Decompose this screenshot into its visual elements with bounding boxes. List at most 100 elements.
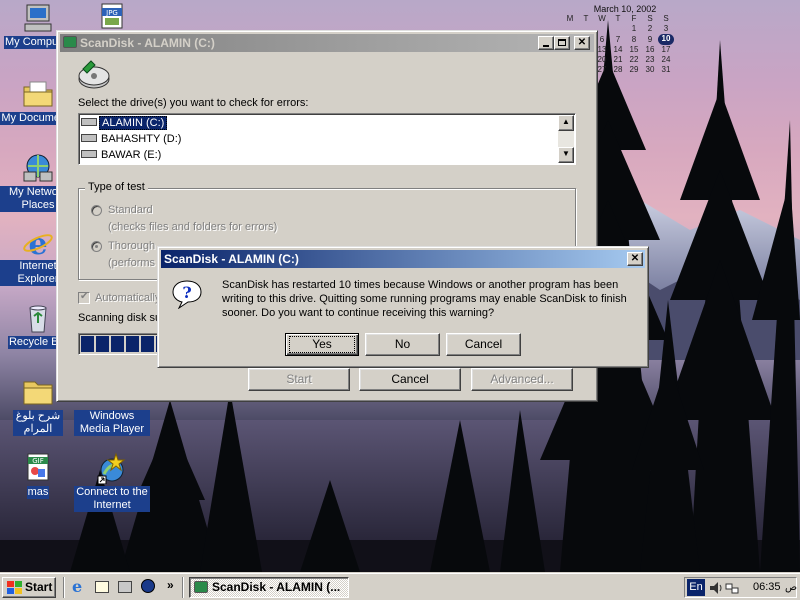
taskbar-button-scandisk[interactable]: ScanDisk - ALAMIN (... <box>189 577 349 598</box>
start-label: Start <box>25 580 53 594</box>
yes-button[interactable]: Yes <box>285 333 359 356</box>
scandisk-title: ScanDisk - ALAMIN (C:) <box>80 36 215 50</box>
windows-media-player-label: Windows Media Player <box>74 410 150 436</box>
calendar-day: 17 <box>661 45 671 54</box>
calendar-day: 7 <box>615 34 621 44</box>
dialog-title: ScanDisk - ALAMIN (C:) <box>164 252 299 266</box>
calendar-day: 9 <box>647 34 653 44</box>
gif-badge: GIF <box>32 457 44 465</box>
dialog-cancel-button[interactable]: Cancel <box>446 333 521 356</box>
dialog-close-button[interactable]: ✕ <box>627 252 643 266</box>
calendar-weekday: W <box>598 14 606 23</box>
calendar-day: 31 <box>661 65 671 74</box>
mas-label: mas <box>26 486 50 499</box>
radio-dot-icon <box>95 245 98 248</box>
calendar-day: 23 <box>645 55 655 64</box>
standard-radio[interactable] <box>91 205 102 216</box>
media-player-icon <box>141 579 155 593</box>
volume-icon[interactable] <box>709 581 723 595</box>
internet-explorer-icon: e <box>22 226 54 262</box>
quick-launch-separator <box>63 577 65 598</box>
standard-label: Standard <box>108 204 153 216</box>
arabic-folder-label: شرح بلوغ المرام <box>13 410 63 436</box>
hard-drive-icon <box>81 134 97 142</box>
scroll-up-button[interactable]: ▲ <box>558 115 574 131</box>
clock[interactable]: 06:35 <box>753 579 781 596</box>
drive-item-label: BAHASHTY (D:) <box>101 133 182 145</box>
hard-drive-icon <box>81 150 97 158</box>
calendar-weekday: T <box>583 14 589 23</box>
maximize-icon <box>558 39 566 46</box>
drive-item-label: BAWAR (E:) <box>101 149 162 161</box>
internet-explorer-icon: e <box>72 577 83 596</box>
minimize-button[interactable] <box>538 36 554 50</box>
computer-icon <box>22 2 54 34</box>
drive-item-e[interactable]: BAWAR (E:) <box>81 148 163 163</box>
taskbar-button-label: ScanDisk - ALAMIN (... <box>212 580 341 594</box>
recycle-bin-icon <box>22 302 54 334</box>
select-drives-label: Select the drive(s) you want to check fo… <box>78 97 309 109</box>
calendar-title: March 10, 2002 <box>593 4 657 14</box>
start-scan-button[interactable]: Start <box>248 368 350 391</box>
calendar-today: 10 <box>658 34 674 45</box>
drive-list[interactable]: ALAMIN (C:) BAHASHTY (D:) BAWAR (E:) ▲ ▼ <box>78 113 576 165</box>
drive-item-d[interactable]: BAHASHTY (D:) <box>81 132 183 147</box>
calendar-day: 14 <box>613 45 623 54</box>
quick-launch-media-button[interactable] <box>141 579 157 595</box>
quick-launch-desktop-button[interactable] <box>118 579 134 595</box>
close-button[interactable]: ✕ <box>574 36 590 50</box>
jpg-badge: JPG <box>105 9 118 17</box>
drive-item-c[interactable]: ALAMIN (C:) <box>81 116 168 131</box>
show-desktop-icon <box>118 581 132 593</box>
calendar-weekday: S <box>647 14 653 23</box>
svg-text:?: ? <box>182 283 191 302</box>
arrow-down-icon: ▼ <box>562 149 570 158</box>
windows-logo-icon <box>7 581 22 594</box>
outlook-express-icon <box>95 581 109 593</box>
dialog-titlebar[interactable]: ScanDisk - ALAMIN (C:) ✕ <box>161 250 645 268</box>
calendar-weekday: F <box>631 14 637 23</box>
taskbar: Start e » ScanDisk - ALAMIN (... En 06:3… <box>0 572 800 600</box>
drive-list-scrollbar[interactable]: ▲ ▼ <box>558 115 574 163</box>
svg-text:e: e <box>28 227 47 258</box>
clock-period: ص <box>785 582 798 593</box>
hard-drive-icon <box>81 118 97 126</box>
quick-launch-ie-button[interactable]: e <box>72 579 88 595</box>
calendar-day <box>610 24 626 34</box>
scandisk-titlebar[interactable]: ScanDisk - ALAMIN (C:) ✕ <box>60 34 594 52</box>
question-icon: ? <box>172 279 202 310</box>
calendar-day: 1 <box>631 24 637 33</box>
automatically-label: Automatically <box>95 292 161 304</box>
connect-internet-desktop-icon[interactable]: Connect to the Internet <box>74 452 150 512</box>
network-status-icon[interactable] <box>725 581 739 595</box>
advanced-button[interactable]: Advanced... <box>471 368 573 391</box>
connect-internet-label: Connect to the Internet <box>74 486 150 512</box>
calendar-weekday: S <box>663 14 669 23</box>
mas-desktop-icon[interactable]: GIF mas <box>0 452 76 499</box>
connect-wizard-icon <box>96 452 128 485</box>
maximize-button[interactable] <box>554 36 570 50</box>
network-icon <box>22 152 54 184</box>
thorough-radio[interactable] <box>91 241 102 252</box>
calendar-day: 24 <box>661 55 671 64</box>
scroll-down-button[interactable]: ▼ <box>558 147 574 163</box>
calendar-weekday: M <box>566 14 574 23</box>
arrow-up-icon: ▲ <box>562 117 570 126</box>
quick-launch-outlook-button[interactable] <box>95 579 111 595</box>
scandisk-cancel-button[interactable]: Cancel <box>359 368 461 391</box>
calendar-day: 22 <box>629 55 639 64</box>
calendar-day: 21 <box>613 55 623 64</box>
quick-launch-more-button[interactable]: » <box>167 578 174 592</box>
calendar-day: 16 <box>645 45 655 54</box>
start-button[interactable]: Start <box>2 577 56 598</box>
system-tray: En 06:35 ص <box>684 577 797 598</box>
automatically-checkbox[interactable]: ✔ <box>78 291 90 304</box>
calendar-day: 29 <box>629 65 639 74</box>
standard-description: (checks files and folders for errors) <box>108 221 278 233</box>
no-button[interactable]: No <box>365 333 440 356</box>
calendar-day: 8 <box>631 34 637 44</box>
calendar-day: 3 <box>663 24 669 33</box>
calendar-day: 15 <box>629 45 639 54</box>
language-indicator[interactable]: En <box>687 579 705 596</box>
scanning-label: Scanning disk su <box>78 312 162 324</box>
